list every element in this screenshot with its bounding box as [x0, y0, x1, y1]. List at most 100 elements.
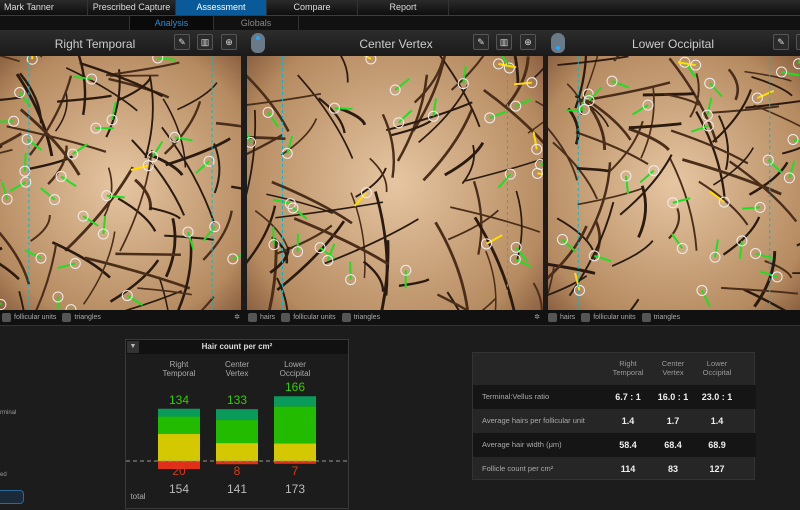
tab-analysis[interactable]: Analysis — [130, 16, 214, 30]
panel-title: Lower Occipital — [632, 37, 714, 51]
settings-icon[interactable]: ✲ — [234, 310, 240, 325]
terminal-total-label: 133 — [212, 393, 262, 407]
tab-globals[interactable]: Globals — [214, 16, 299, 30]
tab-report[interactable]: Report — [358, 0, 449, 15]
dropdown-toggle-icon[interactable]: ▼ — [127, 341, 139, 353]
settings-icon[interactable]: ✲ — [534, 310, 540, 325]
toggle-hairs[interactable]: hairs — [548, 310, 575, 325]
cell-value: 6.7 : 1 — [603, 385, 653, 409]
total-label: 154 — [154, 482, 204, 496]
toggle-triangles[interactable]: triangles — [62, 310, 100, 325]
sub-nav: Analysis Globals — [0, 15, 800, 30]
scalp-image-right-temporal[interactable] — [0, 56, 241, 310]
terminal-total-label: 134 — [154, 393, 204, 407]
column-header: CenterVertex — [648, 359, 698, 377]
analysis-icon[interactable]: ▥ — [197, 34, 213, 50]
triangle-icon — [62, 313, 71, 322]
top-nav: Mark Tanner Prescribed Capture Assessmen… — [0, 0, 800, 15]
panel-header-lower-occipital: Lower Occipital ✎ ▥ — [546, 30, 800, 56]
tab-compare[interactable]: Compare — [267, 0, 358, 15]
row-label: Follicle count per cm² — [482, 457, 553, 481]
toggle-triangles[interactable]: triangles — [342, 310, 380, 325]
follicle-icon — [281, 313, 290, 322]
panel-footer: hairs follicular units triangles — [546, 310, 800, 325]
table-row: Terminal:Vellus ratio 6.7 : 116.0 : 123.0… — [473, 385, 756, 409]
panel-footer: follicular units triangles ✲ — [0, 310, 246, 325]
cell-value: 68.4 — [648, 433, 698, 457]
tab-patient[interactable]: Mark Tanner — [0, 0, 88, 15]
scalp-image-center-vertex[interactable] — [247, 56, 543, 310]
cell-value: 1.4 — [692, 409, 742, 433]
legend-label-terminal: rminal — [0, 410, 16, 416]
vellus-label: 7 — [270, 464, 320, 478]
cell-value: 83 — [648, 457, 698, 481]
category-label: CenterVertex — [207, 360, 267, 378]
category-label: LowerOccipital — [265, 360, 325, 378]
head-location-icon — [551, 33, 565, 53]
left-button[interactable] — [0, 490, 24, 504]
panel-title: Right Temporal — [55, 37, 135, 51]
toggle-follicular-units[interactable]: follicular units — [281, 310, 335, 325]
panel-title: Center Vertex — [359, 37, 432, 51]
bar-segment-green — [158, 417, 200, 434]
column-header: RightTemporal — [603, 359, 653, 377]
cell-value: 1.7 — [648, 409, 698, 433]
row-label: Terminal:Vellus ratio — [482, 385, 549, 409]
hair-overlay — [548, 56, 800, 310]
toggle-hairs[interactable]: hairs — [248, 310, 275, 325]
tab-prescribed-capture[interactable]: Prescribed Capture — [88, 0, 176, 15]
cell-value: 58.4 — [603, 433, 653, 457]
hair-overlay — [247, 56, 543, 310]
metrics-table: RightTemporal CenterVertex LowerOccipita… — [472, 352, 755, 480]
hair-count-chart: ▼ Hair count per cm² RightTemporal 134 20 15… — [125, 339, 349, 509]
add-image-icon[interactable]: ⊕ — [221, 34, 237, 50]
hair-icon — [248, 313, 257, 322]
panel-footer: hairs follicular units triangles ✲ — [246, 310, 546, 325]
cell-value: 127 — [692, 457, 742, 481]
table-row: Average hairs per follicular unit 1.41.71… — [473, 409, 756, 433]
bar-segment-dark-green — [158, 409, 200, 417]
triangle-icon — [642, 313, 651, 322]
total-label: 141 — [212, 482, 262, 496]
add-image-icon[interactable]: ⊕ — [520, 34, 536, 50]
toggle-triangles[interactable]: triangles — [642, 310, 680, 325]
cell-value: 1.4 — [603, 409, 653, 433]
legend-label: ed — [0, 472, 7, 478]
bar-segment-dark-green — [216, 409, 258, 420]
bar-segment-green — [274, 406, 316, 443]
hair-icon — [548, 313, 557, 322]
follicle-icon — [2, 313, 11, 322]
scalp-image-lower-occipital[interactable] — [548, 56, 800, 310]
analysis-icon[interactable]: ▥ — [796, 34, 800, 50]
bar-segment-yellow — [158, 434, 200, 461]
tab-assessment[interactable]: Assessment — [176, 0, 267, 15]
edit-icon[interactable]: ✎ — [773, 34, 789, 50]
toggle-follicular-units[interactable]: follicular units — [581, 310, 635, 325]
table-row: Average hair width (μm) 58.468.468.9 — [473, 433, 756, 457]
row-label: Average hair width (μm) — [482, 433, 562, 457]
cell-value: 114 — [603, 457, 653, 481]
toggle-follicular-units[interactable]: follicular units — [2, 310, 56, 325]
bar-segment-yellow — [274, 443, 316, 461]
vellus-label: 20 — [154, 464, 204, 478]
panel-header-center-vertex: Center Vertex ✎ ▥ ⊕ — [246, 30, 546, 56]
vellus-label: 8 — [212, 464, 262, 478]
cell-value: 23.0 : 1 — [692, 385, 742, 409]
cell-value: 68.9 — [692, 433, 742, 457]
follicle-icon — [581, 313, 590, 322]
chart-title: Hair count per cm² — [202, 342, 273, 351]
cell-value: 16.0 : 1 — [648, 385, 698, 409]
hair-overlay — [0, 56, 241, 310]
panel-header-right-temporal: Right Temporal ✎ ▥ ⊕ — [0, 30, 246, 56]
bar-segment-yellow — [216, 443, 258, 461]
analysis-icon[interactable]: ▥ — [496, 34, 512, 50]
bar-segment-green — [216, 420, 258, 443]
column-header: LowerOccipital — [692, 359, 742, 377]
table-row: Follicle count per cm² 11483127 — [473, 457, 756, 481]
edit-icon[interactable]: ✎ — [174, 34, 190, 50]
triangle-icon — [342, 313, 351, 322]
edit-icon[interactable]: ✎ — [473, 34, 489, 50]
row-label: Average hairs per follicular unit — [482, 409, 585, 433]
category-label: RightTemporal — [149, 360, 209, 378]
total-label: 173 — [270, 482, 320, 496]
